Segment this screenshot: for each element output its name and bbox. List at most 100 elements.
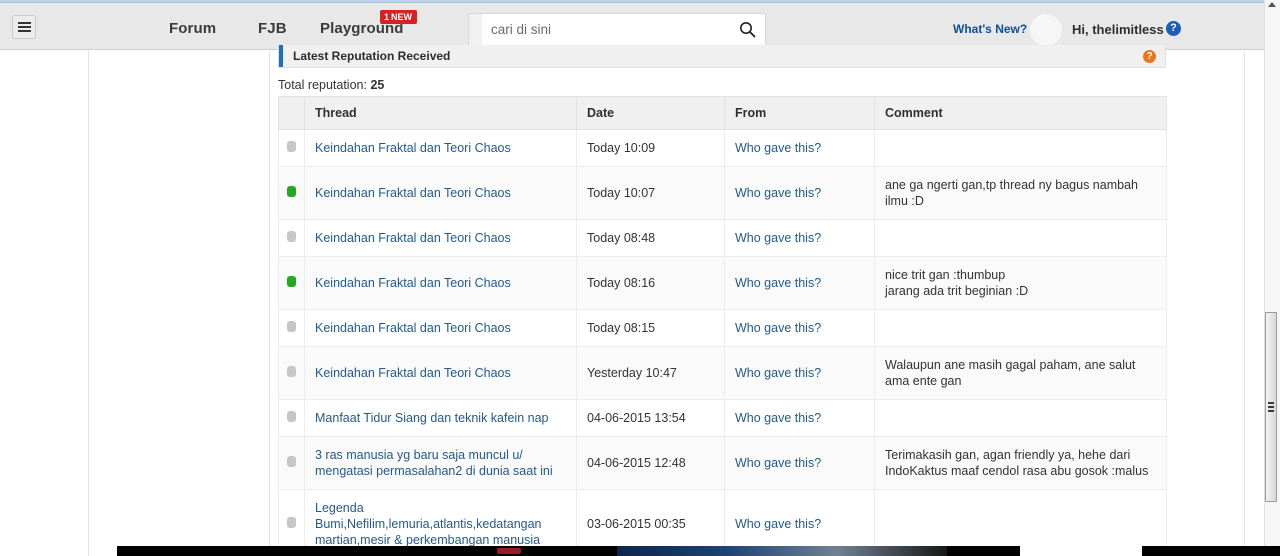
search-prefix xyxy=(469,14,482,45)
table-row: 3 ras manusia yg baru saja muncul u/ men… xyxy=(278,436,1167,490)
who-gave-this-link[interactable]: Who gave this? xyxy=(735,366,821,380)
table-row: Manfaat Tidur Siang dan teknik kafein na… xyxy=(278,399,1167,437)
thread-cell: Manfaat Tidur Siang dan teknik kafein na… xyxy=(304,399,577,437)
total-reputation-label: Total reputation: xyxy=(278,78,367,92)
status-neutral-icon xyxy=(287,411,296,422)
from-cell: Who gave this? xyxy=(724,346,875,400)
thread-link[interactable]: Keindahan Fraktal dan Teori Chaos xyxy=(315,141,511,155)
new-badge-text: NEW xyxy=(391,12,413,22)
site-header: Forum FJB Playground 1NEW What's New? Hi… xyxy=(0,3,1264,50)
browser-page: Forum FJB Playground 1NEW What's New? Hi… xyxy=(0,0,1280,556)
who-gave-this-link[interactable]: Who gave this? xyxy=(735,231,821,245)
thread-cell: Keindahan Fraktal dan Teori Chaos xyxy=(304,309,577,347)
table-row: Keindahan Fraktal dan Teori Chaos Today 0… xyxy=(278,309,1167,347)
table-row: Keindahan Fraktal dan Teori Chaos Today 1… xyxy=(278,166,1167,220)
thread-cell: Keindahan Fraktal dan Teori Chaos xyxy=(304,346,577,400)
who-gave-this-link[interactable]: Who gave this? xyxy=(735,276,821,290)
new-badge[interactable]: 1 NEW xyxy=(380,10,418,24)
who-gave-this-link[interactable]: Who gave this? xyxy=(735,321,821,335)
who-gave-this-link[interactable]: Who gave this? xyxy=(735,141,821,155)
comment-cell: Terimakasih gan, agan friendly ya, hehe … xyxy=(874,436,1167,490)
from-cell: Who gave this? xyxy=(724,219,875,257)
help-icon[interactable]: ? xyxy=(1166,21,1181,36)
block-help-icon[interactable]: ? xyxy=(1143,50,1156,63)
row-status-cell xyxy=(278,256,305,310)
content-right-divider xyxy=(1244,51,1245,556)
who-gave-this-link[interactable]: Who gave this? xyxy=(735,517,821,531)
thread-link[interactable]: Keindahan Fraktal dan Teori Chaos xyxy=(315,366,511,380)
thread-link[interactable]: Keindahan Fraktal dan Teori Chaos xyxy=(315,186,511,200)
date-cell: Today 08:48 xyxy=(576,219,725,257)
thread-link[interactable]: Keindahan Fraktal dan Teori Chaos xyxy=(315,321,511,335)
whats-new-link[interactable]: What's New? xyxy=(953,22,1027,36)
status-neutral-icon xyxy=(287,456,296,467)
column-header-status xyxy=(278,96,305,130)
comment-cell xyxy=(874,219,1167,257)
total-reputation: Total reputation: 25 xyxy=(278,78,384,92)
left-column-divider xyxy=(88,51,89,556)
table-head: Thread Date From Comment xyxy=(278,96,1167,130)
row-status-cell xyxy=(278,399,305,437)
comment-cell xyxy=(874,399,1167,437)
table-row: Keindahan Fraktal dan Teori Chaos Today 0… xyxy=(278,256,1167,310)
reputation-table: Thread Date From Comment Keindahan Frakt… xyxy=(278,96,1167,556)
comment-cell: nice trit gan :thumbup jarang ada trit b… xyxy=(874,256,1167,310)
hamburger-bars xyxy=(17,22,31,32)
taskbar-item-a[interactable] xyxy=(1020,546,1142,556)
from-cell: Who gave this? xyxy=(724,129,875,167)
column-header-from: From xyxy=(724,96,875,130)
os-taskbar[interactable] xyxy=(117,546,1280,556)
total-reputation-value: 25 xyxy=(370,78,385,92)
block-accent-bar xyxy=(279,45,283,67)
thread-cell: 3 ras manusia yg baru saja muncul u/ men… xyxy=(304,436,577,490)
comment-cell xyxy=(874,129,1167,167)
thread-link[interactable]: Legenda Bumi,Nefilim,lemuria,atlantis,ke… xyxy=(315,501,542,547)
date-cell: Today 10:09 xyxy=(576,129,725,167)
scrollbar-grip-icon xyxy=(1268,402,1274,412)
thread-link[interactable]: Keindahan Fraktal dan Teori Chaos xyxy=(315,276,511,290)
avatar[interactable] xyxy=(1030,14,1062,46)
from-cell: Who gave this? xyxy=(724,256,875,310)
thread-link[interactable]: Manfaat Tidur Siang dan teknik kafein na… xyxy=(315,411,548,425)
status-positive-icon xyxy=(287,276,296,287)
date-cell: Today 10:07 xyxy=(576,166,725,220)
thread-cell: Keindahan Fraktal dan Teori Chaos xyxy=(304,166,577,220)
scroll-up-arrow-icon[interactable] xyxy=(1268,2,1276,7)
taskbar-item-sheen[interactable] xyxy=(617,546,947,556)
who-gave-this-link[interactable]: Who gave this? xyxy=(735,186,821,200)
table-row: Keindahan Fraktal dan Teori Chaos Today 0… xyxy=(278,219,1167,257)
search-input[interactable] xyxy=(482,21,729,38)
status-neutral-icon xyxy=(287,321,296,332)
column-header-date: Date xyxy=(576,96,725,130)
comment-cell: ane ga ngerti gan,tp thread ny bagus nam… xyxy=(874,166,1167,220)
search-box[interactable] xyxy=(468,13,766,46)
column-header-thread: Thread xyxy=(304,96,577,130)
nav-item-fjb[interactable]: FJB xyxy=(258,20,287,37)
date-cell: Yesterday 10:47 xyxy=(576,346,725,400)
user-greeting[interactable]: Hi, thelimitless xyxy=(1072,22,1164,37)
thread-link[interactable]: Keindahan Fraktal dan Teori Chaos xyxy=(315,231,511,245)
thread-link[interactable]: 3 ras manusia yg baru saja muncul u/ men… xyxy=(315,448,553,478)
table-header-row: Thread Date From Comment xyxy=(278,96,1167,130)
comment-cell: Walaupun ane masih gagal paham, ane salu… xyxy=(874,346,1167,400)
search-icon[interactable] xyxy=(729,14,765,45)
row-status-cell xyxy=(278,436,305,490)
who-gave-this-link[interactable]: Who gave this? xyxy=(735,411,821,425)
inner-scrollbar-thumb[interactable] xyxy=(1265,312,1277,502)
row-status-cell xyxy=(278,129,305,167)
row-status-cell xyxy=(278,219,305,257)
table-row: Keindahan Fraktal dan Teori Chaos Yesterd… xyxy=(278,346,1167,400)
taskbar-item-red[interactable] xyxy=(497,548,521,554)
who-gave-this-link[interactable]: Who gave this? xyxy=(735,456,821,470)
date-cell: Today 08:15 xyxy=(576,309,725,347)
status-neutral-icon xyxy=(287,141,296,152)
hamburger-icon[interactable] xyxy=(12,15,36,39)
status-positive-icon xyxy=(287,186,296,197)
comment-cell xyxy=(874,309,1167,347)
new-badge-count: 1 xyxy=(384,12,390,22)
date-cell: 04-06-2015 12:48 xyxy=(576,436,725,490)
nav-item-forum[interactable]: Forum xyxy=(169,20,216,37)
block-title: Latest Reputation Received xyxy=(293,49,451,63)
row-status-cell xyxy=(278,346,305,400)
status-neutral-icon xyxy=(287,231,296,242)
